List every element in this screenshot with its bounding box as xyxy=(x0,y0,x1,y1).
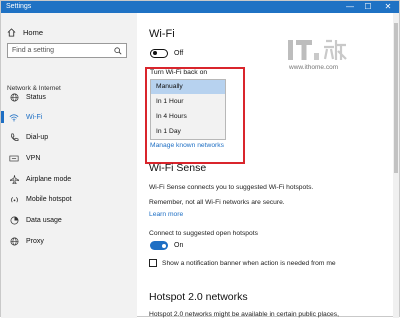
phone-icon xyxy=(10,133,18,141)
wifi-toggle[interactable] xyxy=(150,49,168,58)
sidebar-item-label: Data usage xyxy=(26,216,62,224)
watermark-url: www.ithome.com xyxy=(289,64,339,71)
sidebar-item-wifi[interactable]: Wi-Fi xyxy=(1,110,137,124)
learn-more-link[interactable]: Learn more xyxy=(149,211,183,218)
globe-icon xyxy=(10,237,18,245)
notification-banner-label: Show a notification banner when action i… xyxy=(162,260,336,267)
airplane-icon xyxy=(9,174,19,184)
sidebar-item-label: Status xyxy=(26,93,46,101)
search-input[interactable]: Find a setting xyxy=(7,43,127,58)
sidebar-item-label: Airplane mode xyxy=(26,175,72,183)
connect-hotspots-label: Connect to suggested open hotspots xyxy=(149,230,258,237)
wifi-sense-heading: Wi-Fi Sense xyxy=(149,162,207,174)
manage-known-networks-link[interactable]: Manage known networks xyxy=(150,142,224,149)
window-title: Settings xyxy=(6,3,32,10)
close-button[interactable]: ✕ xyxy=(381,1,395,13)
scrollbar[interactable] xyxy=(393,13,399,318)
dropdown-option-4-hours[interactable]: In 4 Hours xyxy=(151,110,225,124)
hotspot-heading: Hotspot 2.0 networks xyxy=(149,291,248,303)
turn-back-on-dropdown[interactable]: Manually In 1 Hour In 4 Hours In 1 Day xyxy=(150,79,226,140)
vpn-icon xyxy=(9,155,19,161)
sidebar-item-mobile-hotspot[interactable]: Mobile hotspot xyxy=(1,192,137,206)
settings-window: Settings — ☐ ✕ Home Find a setting Netwo… xyxy=(0,0,400,318)
home-label: Home xyxy=(23,27,44,37)
title-bar[interactable]: Settings — ☐ ✕ xyxy=(1,1,399,13)
sidebar: Home Find a setting Network & Internet S… xyxy=(1,13,137,318)
sidebar-item-data-usage[interactable]: Data usage xyxy=(1,213,137,227)
sidebar-item-vpn[interactable]: VPN xyxy=(1,151,137,165)
sidebar-item-status[interactable]: Status xyxy=(1,90,137,104)
connect-hotspots-state: On xyxy=(174,242,184,249)
page-title: Wi-Fi xyxy=(149,28,175,40)
ithome-watermark: www.ithome.com xyxy=(286,37,356,77)
wifi-toggle-state: Off xyxy=(174,50,184,57)
dropdown-option-1-hour[interactable]: In 1 Hour xyxy=(151,95,225,109)
sidebar-item-label: Dial-up xyxy=(26,133,49,141)
sidebar-item-label: VPN xyxy=(26,154,41,162)
sidebar-item-label: Wi-Fi xyxy=(26,113,43,121)
hotspot-icon xyxy=(10,196,18,202)
wifi-sense-remember: Remember, not all Wi-Fi networks are sec… xyxy=(149,199,285,206)
home-icon xyxy=(7,27,16,37)
scrollbar-thumb[interactable] xyxy=(394,23,398,173)
dropdown-option-1-day[interactable]: In 1 Day xyxy=(151,125,225,139)
maximize-button[interactable]: ☐ xyxy=(361,1,375,13)
sidebar-item-proxy[interactable]: Proxy xyxy=(1,234,137,248)
dropdown-option-manually[interactable]: Manually xyxy=(151,80,225,94)
connect-hotspots-toggle[interactable] xyxy=(150,241,168,250)
ithome-logo xyxy=(288,39,347,60)
turn-back-on-label: Turn Wi-Fi back on xyxy=(150,69,208,76)
wifi-icon xyxy=(9,113,19,121)
minimize-button[interactable]: — xyxy=(343,1,357,13)
wifi-sense-description: Wi-Fi Sense connects you to suggested Wi… xyxy=(149,184,314,191)
sidebar-item-label: Proxy xyxy=(26,237,44,245)
home-link[interactable]: Home xyxy=(7,26,43,38)
sidebar-item-airplane-mode[interactable]: Airplane mode xyxy=(1,172,137,186)
data-usage-icon xyxy=(10,216,18,224)
sidebar-item-dial-up[interactable]: Dial-up xyxy=(1,130,137,144)
search-placeholder: Find a setting xyxy=(12,47,55,54)
globe-icon xyxy=(10,93,18,101)
sidebar-item-label: Mobile hotspot xyxy=(26,195,72,203)
notification-banner-checkbox[interactable] xyxy=(149,259,157,267)
search-icon[interactable] xyxy=(114,47,122,55)
